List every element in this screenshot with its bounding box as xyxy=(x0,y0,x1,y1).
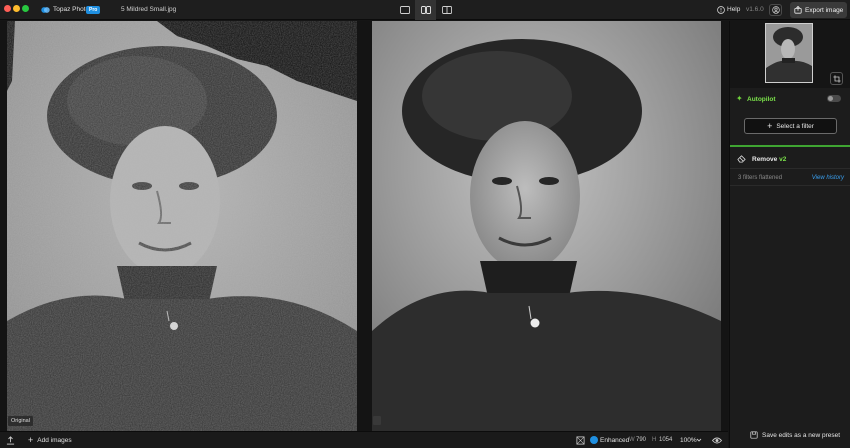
original-image-pane[interactable] xyxy=(7,21,357,431)
select-filter-button[interactable]: + Select a filter xyxy=(744,118,837,134)
autopilot-toggle[interactable] xyxy=(827,95,841,102)
compare-icon[interactable] xyxy=(576,436,585,445)
account-button[interactable] xyxy=(769,4,782,16)
side-by-side-view-button[interactable] xyxy=(436,0,457,20)
add-images-button[interactable]: + Add images xyxy=(28,436,72,445)
original-label: Original xyxy=(8,416,33,426)
image-canvas[interactable] xyxy=(0,21,728,431)
split-view-icon xyxy=(420,6,431,14)
help-link[interactable]: Help xyxy=(727,6,740,13)
single-view-icon xyxy=(399,6,410,14)
plus-icon: + xyxy=(767,120,773,131)
split-view-button[interactable] xyxy=(415,0,436,20)
thumbnail-photo xyxy=(766,24,812,82)
zoom-level[interactable]: 100% xyxy=(680,437,697,444)
add-images-label: Add images xyxy=(37,437,72,444)
view-history-link[interactable]: View history xyxy=(812,175,844,181)
pro-badge: Pro xyxy=(86,6,101,14)
file-name: 5 Mildred Small.jpg xyxy=(121,6,177,13)
select-filter-label: Select a filter xyxy=(776,122,814,130)
autopilot-section: ✦ Autopilot + Select a filter xyxy=(730,89,850,147)
right-panel: ✦ Autopilot + Select a filter Remove v2 … xyxy=(729,21,850,448)
save-preset-label: Save edits as a new preset xyxy=(762,431,841,439)
remove-filter-version: v2 xyxy=(779,156,787,163)
title-bar: Topaz Photo Pro 5 Mildred Small.jpg Help… xyxy=(0,0,850,20)
export-icon xyxy=(794,6,802,14)
export-image-label: Export image xyxy=(805,6,844,14)
remove-filter-row[interactable]: Remove v2 xyxy=(730,149,850,169)
bottom-bar: + Add images Enhanced W 790 H 1054 100% xyxy=(0,431,728,448)
enhanced-check-icon xyxy=(590,436,598,444)
remove-filter-label: Remove v2 xyxy=(752,156,786,163)
original-photo xyxy=(7,21,357,431)
help-icon[interactable] xyxy=(717,6,725,14)
filters-flattened-label: 3 filters flattened xyxy=(738,175,783,181)
remove-filter-name: Remove xyxy=(752,156,778,163)
enhanced-photo xyxy=(372,21,721,431)
single-view-button[interactable] xyxy=(394,0,415,20)
app-name: Topaz Photo xyxy=(53,6,90,13)
enhanced-label: Enhanced xyxy=(600,437,630,444)
height-label: H xyxy=(652,437,657,443)
sparkle-icon: ✦ xyxy=(736,94,743,103)
enhanced-corner-tag xyxy=(373,416,381,425)
plus-icon: + xyxy=(28,435,34,445)
close-window-button[interactable] xyxy=(4,5,11,12)
crop-button[interactable] xyxy=(830,72,843,85)
save-preset-button[interactable]: Save edits as a new preset xyxy=(750,431,840,439)
topaz-logo-icon xyxy=(41,7,50,13)
save-icon xyxy=(750,431,758,439)
eye-icon[interactable] xyxy=(712,436,722,445)
history-row: 3 filters flattened View history xyxy=(730,170,850,186)
enhanced-image-pane[interactable] xyxy=(372,21,721,431)
height-value: 1054 xyxy=(659,437,673,443)
upload-icon[interactable] xyxy=(6,436,15,445)
thumbnail-area xyxy=(730,21,850,88)
crop-icon xyxy=(832,74,841,83)
export-image-button[interactable]: Export image xyxy=(790,2,847,18)
eraser-icon xyxy=(737,155,746,163)
image-thumbnail[interactable] xyxy=(765,23,813,83)
autopilot-label: Autopilot xyxy=(747,96,776,103)
minimize-window-button[interactable] xyxy=(13,5,20,12)
width-value: 790 xyxy=(636,437,647,443)
version-label: v1.6.0 xyxy=(746,6,764,13)
chevron-down-icon[interactable] xyxy=(696,437,702,443)
user-icon xyxy=(771,6,780,14)
maximize-window-button[interactable] xyxy=(22,5,29,12)
side-by-side-view-icon xyxy=(441,6,452,14)
width-label: W xyxy=(629,437,635,443)
